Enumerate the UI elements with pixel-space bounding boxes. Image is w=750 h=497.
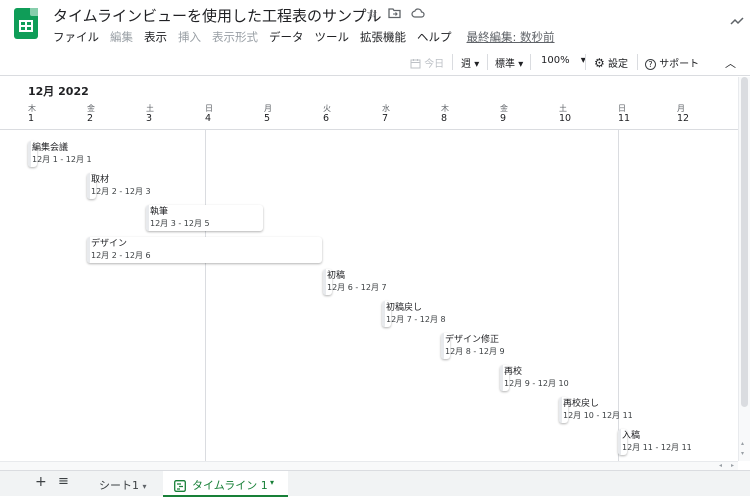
zoom-label: 100% [541, 55, 570, 66]
gear-icon: ⚙ [594, 56, 605, 70]
menu-item[interactable]: データ [269, 29, 304, 45]
timeline-view: 12月 2022 木 1 金 2 土 3 日 4 月 5 火 6 水 7 木 8 金 9 土 10 日 11 月 12 編集会議… [0, 77, 738, 461]
task-title: デザイン修正 [445, 335, 500, 345]
day-number-label: 6 [323, 113, 330, 124]
sheet-tab-label: タイムライン 1 [192, 479, 268, 492]
day-number-label: 12 [677, 113, 690, 124]
task-label[interactable]: 再校戻し 12月 10 - 12月 11 [563, 398, 633, 422]
scroll-down-arrow-icon[interactable]: ▾ [741, 450, 744, 457]
task-date-range: 12月 7 - 12月 8 [386, 315, 446, 324]
task-title: 再校戻し [563, 399, 600, 409]
all-sheets-menu-icon[interactable]: ≡ [58, 474, 69, 489]
task-title: デザイン [91, 239, 128, 249]
task-label[interactable]: 初稿戻し 12月 7 - 12月 8 [386, 302, 446, 326]
menu-item[interactable]: ヘルプ [417, 29, 452, 45]
day-number-label: 2 [87, 113, 94, 124]
task-title: 入稿 [622, 431, 641, 441]
task-date-range: 12月 11 - 12月 11 [622, 443, 692, 452]
menu-item[interactable]: 表示 [144, 29, 167, 45]
day-number-label: 8 [441, 113, 448, 124]
collapse-toolbar-icon[interactable]: ︿ [725, 55, 736, 71]
period-label: 週 [461, 59, 471, 70]
settings-button[interactable]: ⚙ 設定 [594, 55, 628, 70]
task-title: 初稿戻し [386, 303, 423, 313]
task-title: 執筆 [150, 207, 169, 217]
task-title: 取材 [91, 175, 110, 185]
timeline-axis-divider [0, 129, 738, 130]
menu-item[interactable]: 表示形式 [212, 29, 258, 45]
day-number-label: 7 [382, 113, 389, 124]
task-date-range: 12月 8 - 12月 9 [445, 347, 505, 356]
task-label[interactable]: デザイン 12月 2 - 12月 6 [91, 238, 151, 262]
sheet-tab-bar: + ≡ シート1 ▾ タイムライン 1 ▾ [0, 470, 750, 497]
task-date-range: 12月 2 - 12月 3 [91, 187, 151, 196]
support-label: サポート [659, 59, 700, 70]
today-label: 今日 [424, 59, 445, 70]
menu-item[interactable]: 拡張機能 [360, 29, 406, 45]
task-title: 初稿 [327, 271, 346, 281]
task-label[interactable]: 執筆 12月 3 - 12月 5 [150, 206, 210, 230]
task-title: 再校 [504, 367, 523, 377]
scroll-thumb[interactable] [741, 77, 748, 407]
vertical-scrollbar[interactable]: ▴ ▾ [738, 77, 750, 461]
move-folder-icon[interactable] [388, 7, 401, 23]
task-date-range: 12月 1 - 12月 1 [32, 155, 92, 164]
task-label[interactable]: 初稿 12月 6 - 12月 7 [327, 270, 387, 294]
cloud-status-icon[interactable] [411, 7, 425, 23]
menu-item[interactable]: ファイル [53, 29, 99, 45]
period-select[interactable]: 週 ▾ [461, 55, 479, 70]
task-label[interactable]: 入稿 12月 11 - 12月 11 [622, 430, 692, 454]
zoom-select[interactable]: 100% ▾ [541, 55, 586, 66]
day-number-label: 10 [559, 113, 572, 124]
sheet-tab-timeline[interactable]: タイムライン 1 ▾ [163, 471, 288, 497]
day-number-label: 5 [264, 113, 271, 124]
last-edit-link[interactable]: 最終編集: 数秒前 [467, 29, 555, 45]
task-date-range: 12月 10 - 12月 11 [563, 411, 633, 420]
menu-item[interactable]: 挿入 [178, 29, 201, 45]
today-button[interactable]: 今日 [410, 55, 444, 70]
menu-item[interactable]: ツール [315, 29, 350, 45]
display-label: 標準 [495, 59, 515, 70]
scroll-up-arrow-icon[interactable]: ▴ [741, 440, 744, 447]
horizontal-scrollbar[interactable]: ◂ ▸ [0, 461, 738, 470]
star-icon[interactable]: ☆ [366, 7, 378, 23]
activity-trend-icon[interactable] [730, 14, 744, 30]
dropdown-arrow-icon: ▾ [142, 482, 147, 491]
sheets-logo-icon[interactable] [14, 8, 38, 39]
scroll-left-arrow-icon[interactable]: ◂ [719, 462, 722, 469]
task-date-range: 12月 3 - 12月 5 [150, 219, 210, 228]
day-number-label: 9 [500, 113, 507, 124]
settings-label: 設定 [607, 59, 628, 70]
add-sheet-button[interactable]: + [35, 474, 47, 490]
task-date-range: 12月 9 - 12月 10 [504, 379, 569, 388]
task-title: 編集会議 [32, 143, 69, 153]
day-number-label: 4 [205, 113, 212, 124]
day-number-label: 1 [28, 113, 35, 124]
display-select[interactable]: 標準 ▾ [495, 55, 523, 70]
task-date-range: 12月 2 - 12月 6 [91, 251, 151, 260]
day-number-label: 3 [146, 113, 153, 124]
menu-item[interactable]: 編集 [110, 29, 133, 45]
timeline-toolbar: 今日 週 ▾ 標準 ▾ 100% ▾ ⚙ 設定 ? サポート ︿ [0, 48, 750, 76]
month-label: 12月 2022 [28, 85, 89, 98]
dropdown-arrow-icon: ▾ [474, 59, 480, 70]
dropdown-arrow-icon: ▾ [518, 59, 524, 70]
document-title[interactable]: タイムラインビューを使用した工程表のサンプル [53, 5, 382, 26]
scroll-right-arrow-icon[interactable]: ▸ [731, 462, 734, 469]
task-label[interactable]: デザイン修正 12月 8 - 12月 9 [445, 334, 505, 358]
sheet-tab-sheet1[interactable]: シート1 ▾ [99, 477, 147, 493]
menu-bar: ファイル 編集 表示 挿入 表示形式 データ ツール 拡張機能 ヘルプ 最終編集: 数秒前 [53, 29, 566, 45]
task-date-range: 12月 6 - 12月 7 [327, 283, 387, 292]
sheet-tab-label: シート1 [99, 479, 139, 492]
day-number-label: 11 [618, 113, 631, 124]
task-label[interactable]: 取材 12月 2 - 12月 3 [91, 174, 151, 198]
task-label[interactable]: 再校 12月 9 - 12月 10 [504, 366, 569, 390]
help-icon: ? [645, 59, 656, 70]
dropdown-arrow-icon: ▾ [270, 478, 275, 487]
app-header: タイムラインビューを使用した工程表のサンプル ☆ ファイル 編集 表示 挿入 表示形式デ… [0, 0, 750, 48]
week-separator [205, 130, 206, 461]
task-label[interactable]: 編集会議 12月 1 - 12月 1 [32, 142, 92, 166]
support-button[interactable]: ? サポート [645, 55, 699, 70]
timeline-tab-icon [174, 477, 186, 496]
